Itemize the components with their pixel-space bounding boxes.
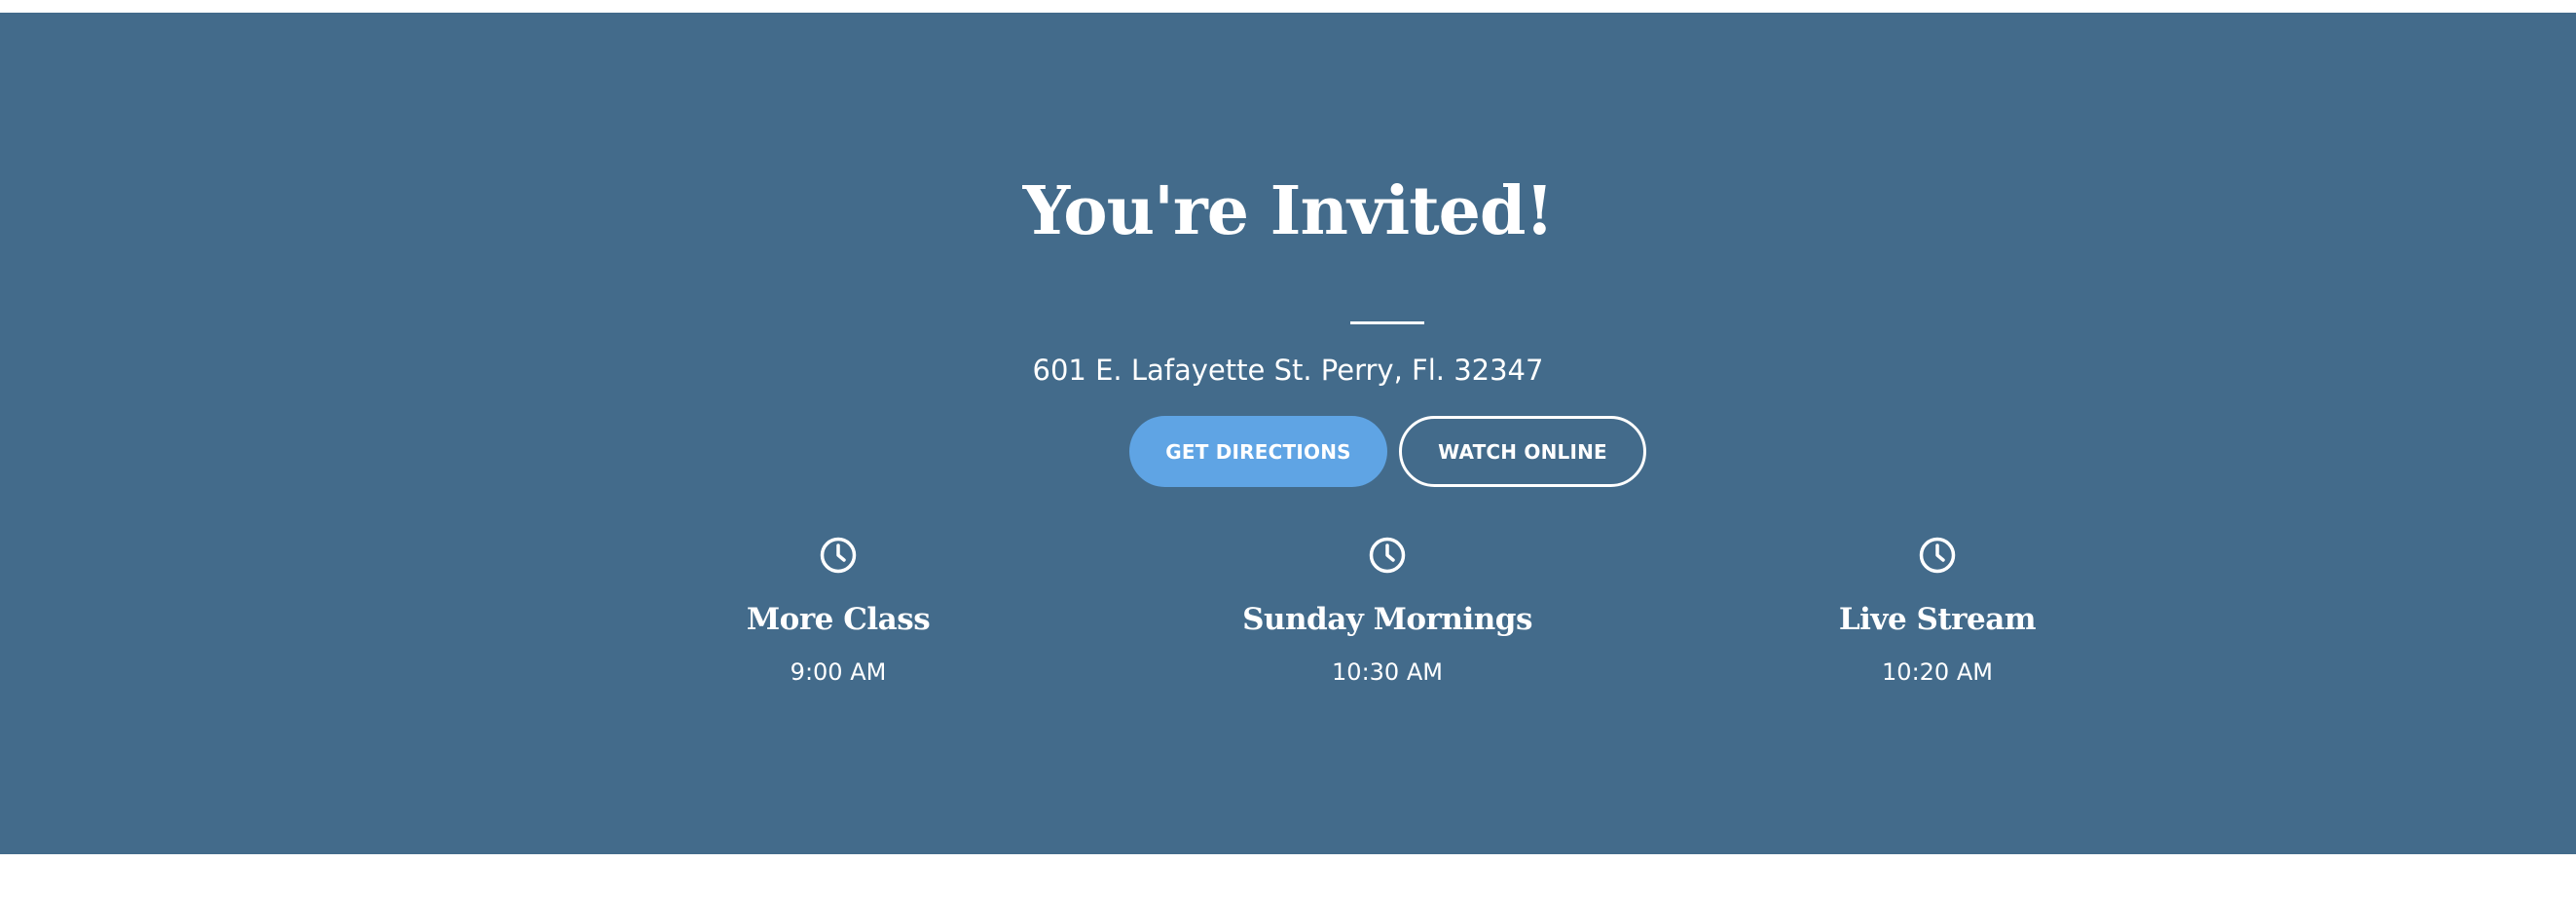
service-time: 10:20 AM: [1882, 658, 1993, 686]
get-directions-button[interactable]: GET DIRECTIONS: [1129, 416, 1387, 487]
service-item-live-stream: Live Stream 10:20 AM: [1733, 536, 2142, 687]
invitation-title: You're Invited!: [1022, 172, 1555, 250]
service-item-sunday-mornings: Sunday Mornings 10:30 AM: [1183, 536, 1592, 687]
service-name: More Class: [746, 602, 931, 637]
service-name: Sunday Mornings: [1242, 602, 1532, 637]
clock-icon: [1919, 537, 1956, 574]
church-address: 601 E. Lafayette St. Perry, Fl. 32347: [1032, 354, 1544, 387]
invitation-banner: You're Invited! 601 E. Lafayette St. Per…: [0, 13, 2576, 854]
service-name: Live Stream: [1838, 602, 2037, 637]
title-divider: [1350, 321, 1424, 324]
service-time: 10:30 AM: [1332, 658, 1443, 686]
clock-icon: [1369, 537, 1406, 574]
watch-online-button[interactable]: WATCH ONLINE: [1399, 416, 1646, 487]
service-time: 9:00 AM: [790, 658, 887, 686]
service-item-more-class: More Class 9:00 AM: [634, 536, 1043, 687]
clock-icon: [820, 537, 857, 574]
